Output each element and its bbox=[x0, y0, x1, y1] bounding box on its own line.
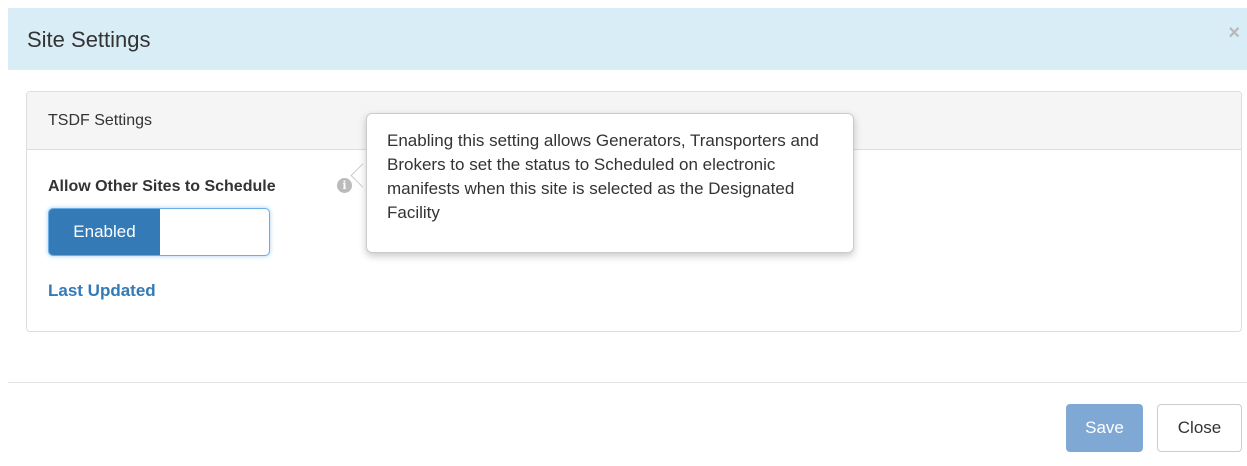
schedule-toggle-switch[interactable]: Enabled bbox=[48, 208, 270, 256]
info-icon[interactable]: i bbox=[337, 178, 352, 193]
last-updated-link[interactable]: Last Updated bbox=[48, 281, 156, 301]
panel-title: TSDF Settings bbox=[48, 112, 153, 129]
close-button[interactable]: Close bbox=[1157, 404, 1242, 452]
modal-header: Site Settings × bbox=[8, 8, 1247, 70]
footer-divider bbox=[8, 382, 1247, 383]
save-button[interactable]: Save bbox=[1066, 404, 1143, 452]
modal-title: Site Settings bbox=[27, 27, 151, 52]
toggle-enabled-label: Enabled bbox=[49, 209, 160, 255]
allow-other-sites-label: Allow Other Sites to Schedule bbox=[48, 178, 276, 195]
info-tooltip: Enabling this setting allows Generators,… bbox=[366, 113, 854, 253]
close-icon[interactable]: × bbox=[1228, 23, 1240, 43]
